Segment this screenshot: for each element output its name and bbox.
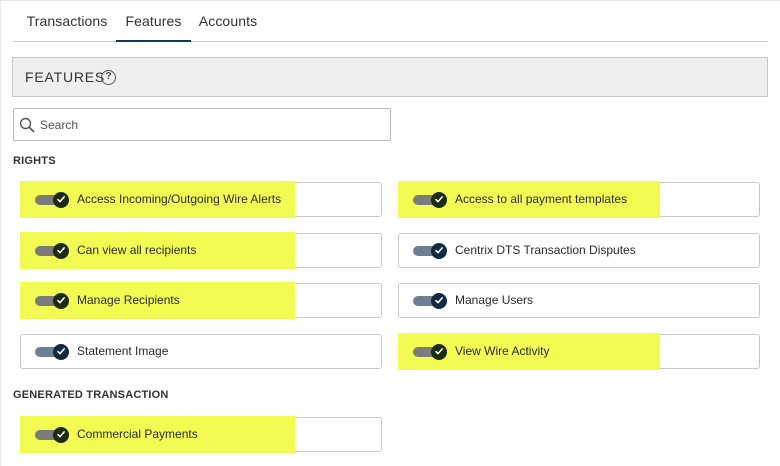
feature-toggle[interactable] [413,243,447,259]
feature-card-manage-users[interactable]: Manage Users [398,283,760,318]
feature-toggle[interactable] [413,293,447,309]
feature-card-wire-alerts[interactable]: Access Incoming/Outgoing Wire Alerts [20,181,382,218]
check-icon [56,430,66,438]
feature-toggle[interactable] [35,344,69,360]
check-icon [434,246,444,254]
check-icon [434,195,444,203]
feature-toggle[interactable] [35,293,69,309]
search-box[interactable] [13,108,391,141]
feature-toggle[interactable] [35,427,69,443]
tab-accounts[interactable]: Accounts [193,10,263,42]
feature-toggle[interactable] [35,243,69,259]
search-input[interactable] [40,114,380,136]
feature-label: Manage Users [455,293,534,307]
feature-card-dts-disputes[interactable]: Centrix DTS Transaction Disputes [398,233,760,268]
feature-label: Manage Recipients [77,293,180,307]
feature-card-view-wire-activity[interactable]: View Wire Activity [398,333,760,370]
section-label-rights: RIGHTS [13,155,56,167]
feature-label: Can view all recipients [77,243,197,257]
check-icon [56,246,66,254]
search-icon [19,117,35,133]
feature-label: Statement Image [77,344,169,358]
feature-toggle[interactable] [413,344,447,360]
feature-label: Access to all payment templates [455,192,628,206]
feature-toggle[interactable] [413,192,447,208]
tab-features[interactable]: Features [116,10,191,42]
tab-bar: Transactions Features Accounts [13,0,768,42]
check-icon [434,296,444,304]
features-title: FEATURES [25,69,106,85]
check-icon [56,296,66,304]
feature-card-payment-templates[interactable]: Access to all payment templates [398,181,760,218]
feature-label: Commercial Payments [77,427,198,441]
feature-label: Centrix DTS Transaction Disputes [455,243,636,257]
feature-label: View Wire Activity [455,344,550,358]
feature-toggle[interactable] [35,192,69,208]
check-icon [56,195,66,203]
tab-transactions[interactable]: Transactions [15,10,119,42]
question-circle-icon[interactable]: ? [101,70,116,85]
feature-label: Access Incoming/Outgoing Wire Alerts [77,192,282,206]
window-left-border [0,0,1,466]
feature-card-view-recipients[interactable]: Can view all recipients [20,232,382,269]
feature-card-commercial-payments[interactable]: Commercial Payments [20,416,382,453]
check-icon [56,347,66,355]
feature-card-manage-recipients[interactable]: Manage Recipients [20,282,382,319]
section-label-generated-transaction: GENERATED TRANSACTION [13,389,169,401]
features-header: FEATURES ? [12,57,768,97]
feature-card-statement-image[interactable]: Statement Image [20,334,382,369]
check-icon [434,347,444,355]
